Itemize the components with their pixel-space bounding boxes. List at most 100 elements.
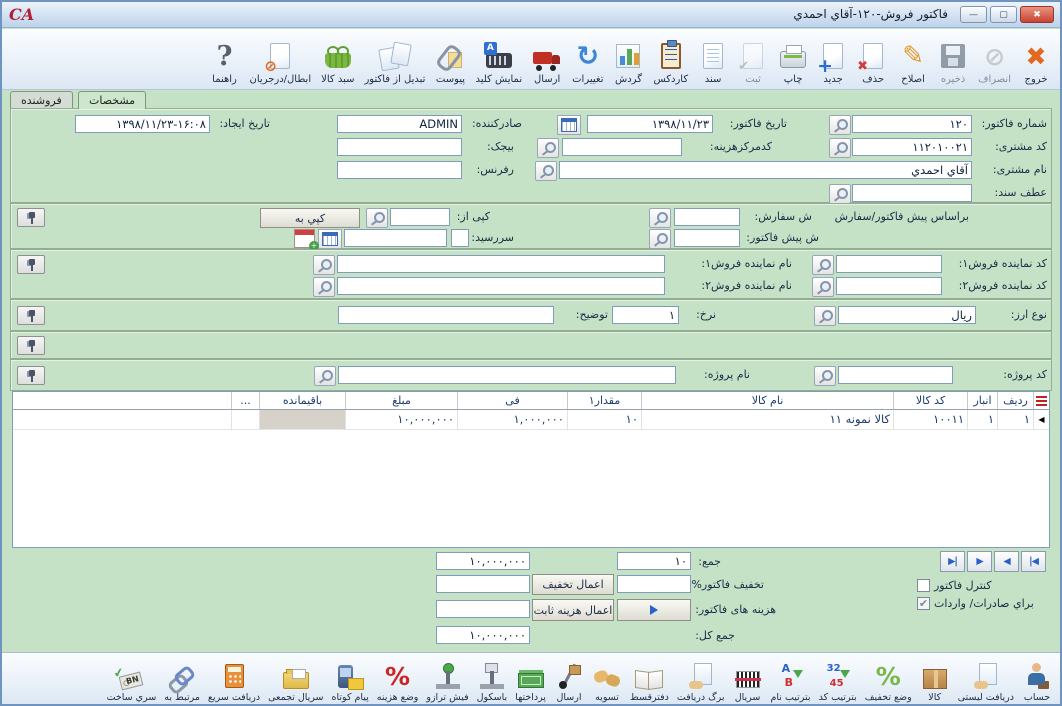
project-name-search-button[interactable]	[314, 366, 336, 386]
cost-center-search-button[interactable]	[537, 138, 559, 158]
doc-reference-field[interactable]	[852, 184, 972, 202]
reference-field[interactable]	[337, 161, 462, 179]
section-pin-button[interactable]	[17, 255, 45, 274]
doc-reference-search-button[interactable]	[829, 184, 851, 204]
close-button[interactable]: ✖	[1020, 6, 1054, 23]
discount-percent-field[interactable]	[617, 575, 691, 593]
attachment-button[interactable]: پیوست	[430, 31, 470, 86]
issuer-field[interactable]: ADMIN	[337, 115, 462, 133]
invoice-costs-button[interactable]	[617, 599, 691, 621]
help-button[interactable]: راهنما	[205, 31, 245, 86]
scale-slip-button[interactable]: فیش ترازو	[422, 653, 472, 703]
discount-amount-field[interactable]	[436, 575, 530, 593]
rep1-name-field[interactable]	[337, 255, 665, 273]
cell-quantity[interactable]: ۱۰	[567, 410, 641, 429]
nav-first-button[interactable]: |◀	[1021, 551, 1046, 572]
nav-prev-button[interactable]: ◀	[994, 551, 1019, 572]
cell-unit-price[interactable]: ۱,۰۰۰,۰۰۰	[457, 410, 567, 429]
table-row[interactable]: ۱ ۱ ۱۰۰۱۱ کالا نمونه ۱۱ ۱۰ ۱,۰۰۰,۰۰۰ ۱۰,…	[13, 410, 1049, 430]
cell-amount[interactable]: ۱۰,۰۰۰,۰۰۰	[345, 410, 457, 429]
section-pin-button[interactable]	[17, 208, 45, 227]
send-button[interactable]: ارسال	[527, 31, 567, 86]
rep2-code-field[interactable]	[836, 277, 942, 295]
section-pin-button[interactable]	[17, 306, 45, 325]
section-pin-button[interactable]	[17, 366, 45, 385]
sort-by-code-button[interactable]: بترتیب کد	[815, 653, 861, 703]
nav-next-button[interactable]: ▶	[967, 551, 992, 572]
col-header-more[interactable]: ...	[231, 392, 259, 409]
copy-from-field[interactable]	[390, 208, 450, 226]
edit-button[interactable]: اصلاح	[893, 31, 933, 86]
invoice-number-field[interactable]: ۱۲۰	[852, 115, 972, 133]
cell-warehouse[interactable]: ۱	[967, 410, 997, 429]
cost-center-field[interactable]	[562, 138, 682, 156]
payments-button[interactable]: پرداختها	[511, 653, 550, 703]
weighbridge-button[interactable]: باسکول	[473, 653, 512, 703]
cell-item-name[interactable]: کالا نمونه ۱۱	[641, 410, 893, 429]
rate-field[interactable]: ۱	[612, 306, 679, 324]
proforma-search-button[interactable]	[649, 229, 671, 249]
nav-last-button[interactable]: ▶|	[940, 551, 965, 572]
cost-status-button[interactable]: وضع هزینه	[373, 653, 423, 703]
col-header-warehouse[interactable]: انبار	[967, 392, 997, 409]
rep2-code-search-button[interactable]	[812, 277, 834, 297]
maximize-button[interactable]: ▢	[990, 6, 1017, 23]
col-header-item-code[interactable]: کد کالا	[893, 392, 967, 409]
cell-row-number[interactable]: ۱	[997, 410, 1033, 429]
invoice-number-search-button[interactable]	[829, 115, 851, 135]
invoice-date-calendar-button[interactable]	[557, 115, 581, 135]
cumulative-serial-button[interactable]: سریال تجمعی	[264, 653, 327, 703]
save-button[interactable]: ذخیره	[933, 31, 973, 86]
dispatch-button[interactable]: ارسال	[550, 653, 588, 703]
table-corner-cell[interactable]	[1033, 392, 1049, 409]
copy-to-button[interactable]: کپي به	[260, 208, 360, 228]
customer-code-field[interactable]: ۱۱۲۰۱۰۰۲۱	[852, 138, 972, 156]
rep2-name-field[interactable]	[337, 277, 665, 295]
receipt-sheet-button[interactable]: برگ دریافت	[673, 653, 729, 703]
installment-book-button[interactable]: دفترقسط	[626, 653, 673, 703]
cell-more[interactable]	[231, 410, 259, 429]
description-field[interactable]	[338, 306, 554, 324]
col-header-amount[interactable]: مبلغ	[345, 392, 457, 409]
order-number-field[interactable]	[674, 208, 740, 226]
convert-from-invoice-button[interactable]: تبدیل از فاکتور	[359, 31, 430, 86]
apply-fixed-cost-button[interactable]: اعمال هزینه ثابت	[532, 599, 614, 621]
rep2-name-search-button[interactable]	[313, 277, 335, 297]
register-button[interactable]: ثبت	[733, 31, 773, 86]
currency-type-field[interactable]: ریال	[838, 306, 976, 324]
cost-amount-field[interactable]	[436, 600, 530, 618]
related-to-button[interactable]: مرتبط به	[160, 653, 204, 703]
order-number-search-button[interactable]	[649, 208, 671, 228]
goods-button[interactable]: کالا	[916, 653, 954, 703]
calendar-add-icon[interactable]	[294, 229, 315, 248]
col-header-remaining[interactable]: باقیمانده	[259, 392, 345, 409]
invoice-date-field[interactable]: ۱۳۹۸/۱۱/۲۳	[587, 115, 713, 133]
apply-discount-button[interactable]: اعمال تخفیف	[532, 574, 614, 595]
due-date-calendar-button[interactable]	[318, 229, 342, 249]
invoice-control-checkbox[interactable]	[917, 579, 930, 592]
customer-name-search-button[interactable]	[535, 161, 557, 181]
account-button[interactable]: حساب	[1018, 653, 1056, 703]
exit-button[interactable]: خروج	[1016, 31, 1056, 86]
changes-button[interactable]: تغییرات	[567, 31, 608, 86]
show-keys-button[interactable]: نمایش کلید	[470, 31, 527, 86]
sort-by-name-button[interactable]: بترتیب نام	[767, 653, 815, 703]
section-pin-button[interactable]	[17, 336, 45, 355]
batch-series-button[interactable]: سري ساخت	[103, 653, 161, 703]
discount-status-button[interactable]: وضع تخفیف	[861, 653, 916, 703]
print-button[interactable]: چاپ	[773, 31, 813, 86]
list-receive-button[interactable]: دریافت لیستی	[954, 653, 1018, 703]
voucher-button[interactable]: سند	[693, 31, 733, 86]
rep1-code-field[interactable]	[836, 255, 942, 273]
cell-item-code[interactable]: ۱۰۰۱۱	[893, 410, 967, 429]
void-inprogress-button[interactable]: ابطال/درجریان	[245, 31, 317, 86]
rep1-name-search-button[interactable]	[313, 255, 335, 275]
customer-name-field[interactable]: آقاي احمدي	[559, 161, 972, 179]
due-date-field[interactable]	[344, 229, 447, 247]
export-import-checkbox[interactable]	[917, 597, 930, 610]
bijak-field[interactable]	[337, 138, 462, 156]
cancel-button[interactable]: انصراف	[973, 31, 1016, 86]
product-basket-button[interactable]: سبد کالا	[316, 31, 359, 86]
sms-button[interactable]: پیام کوتاه	[328, 653, 373, 703]
serial-button[interactable]: سریال	[729, 653, 767, 703]
